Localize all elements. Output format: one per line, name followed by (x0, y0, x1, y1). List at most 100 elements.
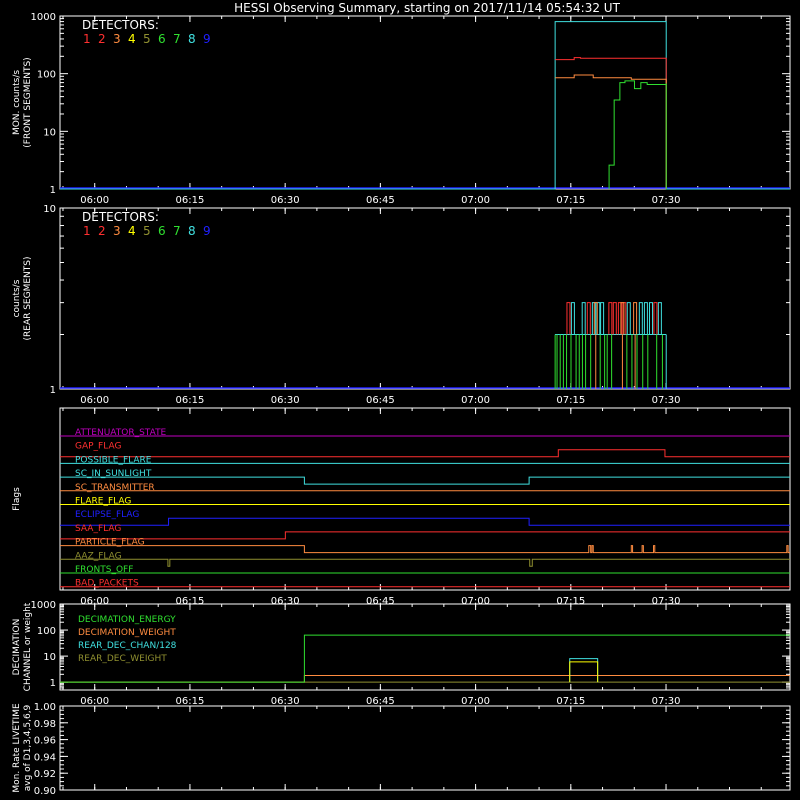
rear-spike-cyan (581, 302, 586, 335)
flag-label: FRONTS_OFF (75, 565, 133, 575)
rear-spike-cyan (638, 302, 643, 335)
rear-time-label: 07:15 (556, 395, 585, 406)
flag-line (60, 545, 790, 554)
decimation-ylabel: CHANNEL or weight (23, 602, 33, 691)
chart-title: HESSI Observing Summary, starting on 201… (234, 1, 620, 15)
front-time-label: 06:45 (366, 195, 395, 206)
flag-label: AAZ_FLAG (75, 551, 122, 561)
front-time-label: 07:30 (652, 195, 681, 206)
rear-legend-detector: 4 (128, 224, 136, 238)
flag-line (60, 531, 790, 540)
rear-spike-cyan (626, 302, 631, 335)
rear-spike-cyan (657, 302, 662, 335)
rear-ytick-label: 10 (43, 204, 56, 215)
decimation-time-label: 07:15 (556, 696, 585, 707)
livetime-frame (59, 705, 791, 791)
decimation-legend-item: DECIMATION_WEIGHT (78, 628, 176, 638)
rear-legend-detector: 9 (203, 224, 211, 238)
front-time-label: 06:00 (80, 195, 109, 206)
front-series-green (608, 80, 667, 189)
decimation-legend-item: REAR_DEC_CHAN/128 (78, 641, 177, 651)
rear-spike-red (586, 302, 591, 335)
flag-line (60, 558, 790, 567)
decimation-ytick-label: 100 (37, 626, 56, 637)
rear-spike-red (608, 302, 613, 335)
rear-spike-cyan (570, 302, 575, 335)
rear-time-label: 07:30 (652, 395, 681, 406)
rear-legend-detector: 7 (173, 224, 181, 238)
rear-spike-red (653, 302, 658, 335)
livetime-ytick-label: 0.94 (34, 752, 56, 763)
rear-frame (59, 207, 791, 390)
rear-spike-orange (633, 302, 638, 335)
flag-label: BAD_PACKETS (75, 579, 139, 589)
front-ytick-label: 100 (37, 70, 56, 81)
rear-time-label: 06:15 (176, 395, 205, 406)
rear-time-label: 06:45 (366, 395, 395, 406)
flag-label: ATTENUATOR_STATE (75, 428, 167, 438)
decimation-series-orange (60, 675, 790, 683)
livetime-ytick-label: 0.90 (34, 786, 56, 797)
rear-legend-detector: 8 (188, 224, 196, 238)
livetime-ytick-label: 0.92 (34, 769, 56, 780)
flags-ylabel: Flags (12, 487, 22, 511)
front-legend-detector: 2 (98, 32, 106, 46)
rear-time-label: 07:00 (461, 395, 490, 406)
flag-line (60, 449, 790, 458)
decimation-legend-item: DECIMATION_ENERGY (78, 615, 176, 625)
livetime-ylabel: Mon. Rate LIVETIME (12, 703, 22, 793)
rear-time-label: 06:00 (80, 395, 109, 406)
front-legend-title: DETECTORS: (82, 18, 159, 32)
livetime-ytick-label: 0.98 (34, 719, 56, 730)
livetime-ytick-label: 1.00 (34, 702, 56, 713)
front-legend-detector: 7 (173, 32, 181, 46)
decimation-ytick-label: 1 (50, 678, 56, 689)
decimation-time-label: 06:15 (176, 696, 205, 707)
front-ytick-label: 1000 (31, 12, 56, 23)
front-legend-detector: 4 (128, 32, 136, 46)
front-series-cyan (60, 20, 790, 190)
livetime-ytick-label: 0.96 (34, 736, 56, 747)
front-legend-detector: 1 (83, 32, 91, 46)
rear-legend-detector: 6 (158, 224, 166, 238)
front-time-label: 07:15 (556, 195, 585, 206)
rear-spike-cyan (643, 302, 648, 335)
decimation-legend-item: REAR_DEC_WEIGHT (78, 654, 167, 664)
front-ytick-label: 1 (50, 185, 56, 196)
flag-label: GAP_FLAG (75, 442, 121, 452)
flag-label: PARTICLE_FLAG (75, 538, 145, 548)
flag-label: ECLIPSE_FLAG (75, 510, 139, 520)
front-legend-detector: 8 (188, 32, 196, 46)
decimation-time-label: 06:00 (80, 696, 109, 707)
flag-label: POSSIBLE_FLARE (75, 455, 152, 465)
rear-legend-detector: 3 (113, 224, 121, 238)
front-frame (59, 15, 791, 190)
rear-legend-detector: 2 (98, 224, 106, 238)
flag-label: SC_IN_SUNLIGHT (75, 469, 152, 479)
front-series-orange (555, 74, 667, 189)
hessi-summary-chart: HESSI Observing Summary, starting on 201… (12, 1, 791, 797)
rear-ytick-label: 1 (50, 385, 56, 396)
flag-line (60, 476, 790, 485)
decimation-ylabel: DECIMATION (12, 619, 22, 676)
front-ylabel: (FRONT SEGMENTS) (23, 57, 33, 147)
rear-legend-detector: 1 (83, 224, 91, 238)
decimation-ytick-label: 10 (43, 652, 56, 663)
front-legend-detector: 5 (143, 32, 151, 46)
rear-spike-red (566, 302, 571, 335)
flag-line (60, 517, 790, 526)
decimation-time-label: 06:45 (366, 696, 395, 707)
decimation-time-label: 07:00 (461, 696, 490, 707)
flag-label: SC_TRANSMITTER (75, 483, 155, 493)
front-time-label: 06:30 (271, 195, 300, 206)
rear-spike-red (612, 302, 617, 335)
decimation-series-yellow (569, 661, 599, 683)
rear-time-label: 06:30 (271, 395, 300, 406)
rear-legend-detector: 5 (143, 224, 151, 238)
front-time-label: 07:00 (461, 195, 490, 206)
rear-spike-cyan (600, 302, 605, 335)
front-ylabel: MON. counts/s (12, 70, 22, 135)
front-ytick-label: 10 (43, 127, 56, 138)
front-time-label: 06:15 (176, 195, 205, 206)
flag-label: SAA_FLAG (75, 524, 121, 534)
